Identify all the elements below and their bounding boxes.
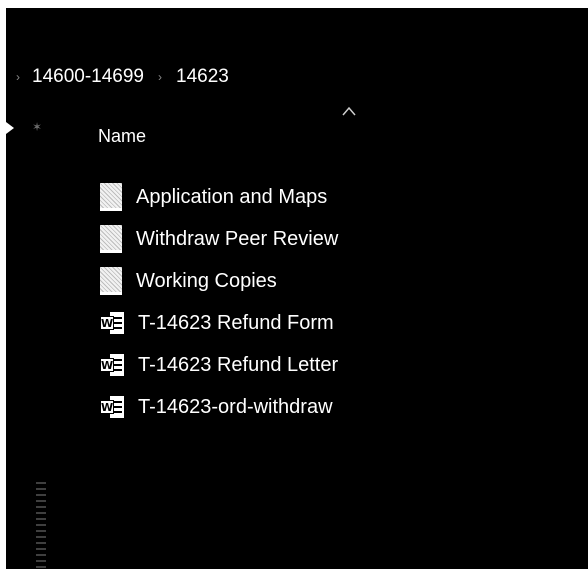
folder-icon <box>100 183 122 211</box>
file-name: T-14623 Refund Letter <box>138 353 339 376</box>
sort-ascending-icon[interactable] <box>342 106 356 116</box>
file-list: Application and Maps Withdraw Peer Revie… <box>100 176 338 428</box>
breadcrumb-separator-icon[interactable]: › <box>16 70 20 84</box>
expand-arrow-icon[interactable] <box>6 122 14 134</box>
word-document-icon: W <box>100 312 124 334</box>
breadcrumb-item-current[interactable]: 14623 <box>176 66 229 88</box>
quick-access-star-icon[interactable]: ✶ <box>32 120 42 134</box>
file-name: Withdraw Peer Review <box>136 227 339 250</box>
breadcrumb-item-parent[interactable]: 14600-14699 <box>32 66 144 88</box>
breadcrumb-separator-icon[interactable]: › <box>158 70 162 84</box>
scrollbar[interactable] <box>36 478 46 568</box>
file-explorer-window: › 14600-14699 › 14623 ✶ Name Application… <box>6 8 588 569</box>
list-item-folder[interactable]: Working Copies <box>100 260 338 302</box>
file-name: T-14623 Refund Form <box>138 311 334 334</box>
word-document-icon: W <box>100 354 124 376</box>
folder-icon <box>100 225 122 253</box>
list-item-folder[interactable]: Withdraw Peer Review <box>100 218 338 260</box>
column-header-name[interactable]: Name <box>98 126 146 147</box>
folder-icon <box>100 267 122 295</box>
list-item-document[interactable]: W T-14623 Refund Form <box>100 302 338 344</box>
list-item-document[interactable]: W T-14623 Refund Letter <box>100 344 338 386</box>
file-name: T-14623-ord-withdraw <box>138 395 333 418</box>
breadcrumb: › 14600-14699 › 14623 <box>16 62 229 92</box>
list-item-folder[interactable]: Application and Maps <box>100 176 338 218</box>
file-name: Application and Maps <box>136 185 328 208</box>
file-name: Working Copies <box>136 269 277 292</box>
list-item-document[interactable]: W T-14623-ord-withdraw <box>100 386 338 428</box>
word-document-icon: W <box>100 396 124 418</box>
